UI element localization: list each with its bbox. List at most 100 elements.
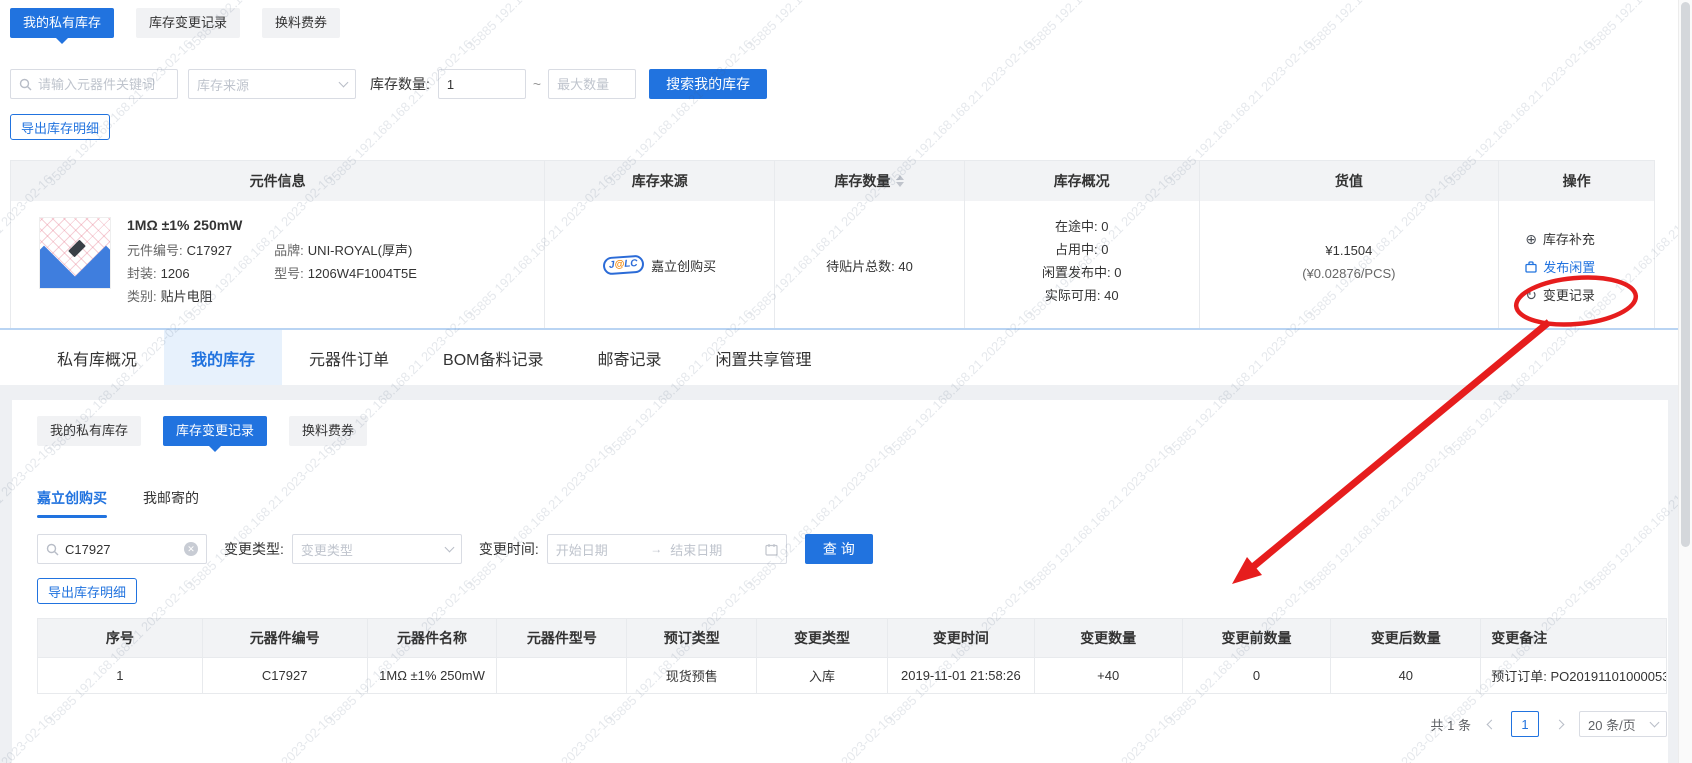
nav-my-inventory[interactable]: 我的库存 [164, 330, 282, 385]
stock-source-select[interactable]: 库存来源 [188, 69, 356, 99]
change-records-link[interactable]: ↻变更记录 [1525, 285, 1654, 304]
export-inventory-button-2[interactable]: 导出库存明细 [37, 578, 137, 604]
attr-label: 型号: [274, 266, 304, 281]
inventory-table-header: 元件信息 库存来源 库存数量 库存概况 货值 操作 [11, 161, 1654, 201]
nav-private-library-overview[interactable]: 私有库概况 [30, 330, 164, 385]
actions-cell: ⊕库存补充 发布闲置 ↻变更记录 [1499, 201, 1654, 328]
stock-source-cell: J@LC 嘉立创购买 [545, 201, 775, 328]
row-change-type: 入库 [757, 658, 888, 693]
code-search-input[interactable] [65, 542, 178, 557]
component-model: 1206W4F1004T5E [308, 266, 417, 281]
nav-idle-sharing[interactable]: 闲置共享管理 [689, 330, 839, 385]
col-change-type: 变更类型 [757, 619, 888, 657]
inventory-tab-bar: 我的私有库存 库存变更记录 换料费券 [10, 8, 340, 38]
col-value: 货值 [1200, 161, 1500, 201]
inventory-tab-bar-2: 我的私有库存 库存变更记录 换料费券 [37, 416, 1655, 446]
qty-max-input-wrap[interactable] [548, 69, 636, 99]
tab2-material-coupons[interactable]: 换料费券 [289, 416, 367, 446]
unit-price: (¥0.02876/PCS) [1302, 262, 1395, 285]
col-stock-source: 库存来源 [545, 161, 775, 201]
source-subtabs: 嘉立创购买 我邮寄的 [37, 488, 1655, 518]
tab-inventory-change-records[interactable]: 库存变更记录 [136, 8, 240, 38]
tab-my-private-inventory[interactable]: 我的私有库存 [10, 8, 114, 38]
calendar-icon [765, 543, 778, 556]
scrollbar-thumb[interactable] [1681, 2, 1690, 547]
tab2-inventory-change-records[interactable]: 库存变更记录 [163, 416, 267, 446]
sort-icons[interactable] [896, 175, 904, 187]
stock-qty-cell: 待贴片总数: 40 [775, 201, 965, 328]
date-end-placeholder: 结束日期 [670, 540, 757, 559]
component-code: C17927 [187, 243, 233, 258]
change-records-table: 序号 元器件编号 元器件名称 元器件型号 预订类型 变更类型 变更时间 变更数量… [37, 618, 1667, 694]
nav-bom-records[interactable]: BOM备料记录 [416, 330, 570, 385]
pagination: 共 1 条 1 20 条/页 [25, 711, 1667, 737]
col-booking-type: 预订类型 [627, 619, 757, 657]
keyword-search-input[interactable] [38, 77, 169, 92]
search-my-inventory-button[interactable]: 搜索我的库存 [649, 69, 767, 99]
stock-source-placeholder: 库存来源 [197, 75, 249, 94]
current-page[interactable]: 1 [1511, 711, 1539, 737]
tab2-my-private-inventory[interactable]: 我的私有库存 [37, 416, 141, 446]
value-cell: ¥1.1504 (¥0.02876/PCS) [1200, 201, 1500, 328]
subtab-my-mailed[interactable]: 我邮寄的 [143, 488, 199, 518]
prev-page-icon[interactable] [1481, 711, 1501, 737]
component-package: 1206 [161, 266, 190, 281]
col-component-model: 元器件型号 [497, 619, 627, 657]
row-component-name: 1MΩ ±1% 250mW [368, 658, 498, 693]
row-component-model [497, 658, 627, 693]
page-size-select[interactable]: 20 条/页 [1579, 711, 1667, 737]
col-qty-after: 变更后数量 [1331, 619, 1481, 657]
briefcase-icon [1525, 261, 1537, 273]
history-icon: ↻ [1525, 288, 1537, 302]
qty-max-input[interactable] [557, 77, 627, 92]
component-name: 1MΩ ±1% 250mW [127, 217, 417, 233]
publish-idle-link[interactable]: 发布闲置 [1525, 257, 1654, 276]
row-qty-before: 0 [1183, 658, 1332, 693]
col-component-name: 元器件名称 [368, 619, 498, 657]
row-index: 1 [38, 658, 203, 693]
restock-link[interactable]: ⊕库存补充 [1525, 229, 1654, 248]
date-start-placeholder: 开始日期 [556, 540, 643, 559]
jlc-logo-icon: J@LC [603, 255, 645, 276]
col-qty-before: 变更前数量 [1183, 619, 1332, 657]
next-page-icon[interactable] [1549, 711, 1569, 737]
stock-overview-cell: 在途中: 0 占用中: 0 闲置发布中: 0 实际可用: 40 [965, 201, 1200, 328]
chevron-down-icon [1650, 717, 1660, 727]
keyword-search-input-wrap[interactable] [10, 69, 178, 99]
chevron-down-icon [444, 542, 454, 552]
qty-min-input-wrap[interactable] [438, 69, 526, 99]
query-button[interactable]: 查 询 [805, 534, 873, 564]
row-change-time: 2019-11-01 21:58:26 [888, 658, 1035, 693]
component-thumbnail[interactable] [39, 217, 111, 289]
arrow-right-icon: → [650, 542, 662, 556]
tab-material-coupons[interactable]: 换料费券 [262, 8, 340, 38]
inventory-table-row: 1MΩ ±1% 250mW 元件编号:C17927 封装:1206 类别:贴片电… [11, 201, 1654, 328]
nav-mailing-records[interactable]: 邮寄记录 [571, 330, 689, 385]
export-inventory-button[interactable]: 导出库存明细 [10, 114, 110, 140]
page: 我的私有库存 库存变更记录 换料费券 库存来源 库存数量: ~ [0, 0, 1692, 763]
chevron-down-icon [339, 77, 349, 87]
col-stock-qty[interactable]: 库存数量 [775, 161, 965, 201]
nav-component-orders[interactable]: 元器件订单 [282, 330, 416, 385]
occupied: 占用中: 0 [1055, 238, 1108, 261]
component-brand: UNI-ROYAL(厚声) [308, 243, 412, 258]
qty-min-input[interactable] [447, 77, 517, 92]
col-index: 序号 [38, 619, 203, 657]
change-records-filter-bar: ✕ 变更类型: 变更类型 变更时间: 开始日期 → 结束日期 [37, 534, 1655, 564]
change-record-row: 1 C17927 1MΩ ±1% 250mW 现货预售 入库 2019-11-0… [38, 657, 1666, 693]
component-category: 贴片电阻 [161, 289, 213, 304]
section-my-private-inventory: 我的私有库存 库存变更记录 换料费券 库存来源 库存数量: ~ [0, 0, 1692, 328]
section-change-records: 私有库概况 我的库存 元器件订单 BOM备料记录 邮寄记录 闲置共享管理 我的私… [0, 328, 1692, 763]
row-qty-after: 40 [1331, 658, 1481, 693]
clear-icon[interactable]: ✕ [184, 542, 198, 556]
date-range-picker[interactable]: 开始日期 → 结束日期 [547, 534, 787, 564]
col-stock-overview: 库存概况 [965, 161, 1200, 201]
subtab-jlc-purchase[interactable]: 嘉立创购买 [37, 488, 107, 518]
scrollbar-track[interactable] [1678, 0, 1692, 763]
idle-published: 闲置发布中: 0 [1042, 261, 1121, 284]
col-change-time: 变更时间 [888, 619, 1035, 657]
actually-available: 实际可用: 40 [1045, 284, 1119, 307]
row-change-qty: +40 [1035, 658, 1183, 693]
change-type-select[interactable]: 变更类型 [292, 534, 462, 564]
code-search-input-wrap[interactable]: ✕ [37, 534, 207, 564]
